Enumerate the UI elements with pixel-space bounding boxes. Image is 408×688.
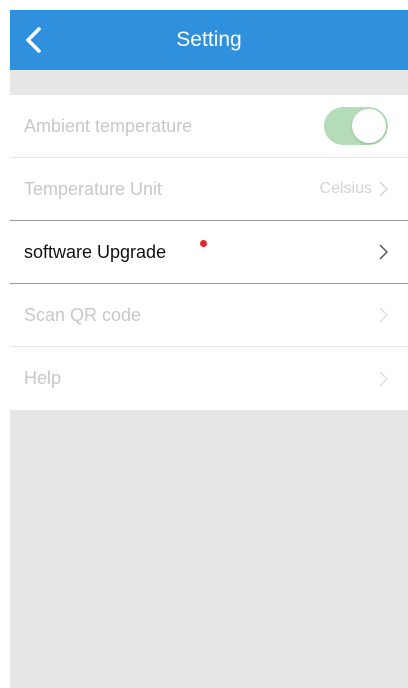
temperature-unit-value: Celsius [319, 180, 372, 197]
settings-row-scan-qr-code[interactable]: Scan QR code [10, 284, 408, 347]
update-badge-dot [200, 240, 207, 247]
help-label: Help [24, 368, 62, 388]
settings-row-ambient-temperature: Ambient temperature [10, 95, 408, 158]
chevron-right-icon [379, 307, 388, 323]
temperature-unit-label: Temperature Unit [24, 178, 163, 199]
settings-row-temperature-unit[interactable]: Temperature Unit Celsius [10, 158, 408, 221]
settings-screen: Setting Ambient temperature Temperature … [10, 10, 408, 688]
chevron-right-icon [379, 181, 388, 197]
chevron-right-icon [379, 371, 388, 386]
settings-row-help[interactable]: Help [10, 347, 408, 410]
toggle-knob [352, 109, 386, 143]
navigation-bar: Setting [10, 10, 408, 70]
settings-list: Ambient temperature Temperature Unit Cel… [10, 95, 408, 410]
chevron-left-icon [26, 27, 41, 53]
section-spacer [10, 70, 408, 95]
ambient-temperature-toggle[interactable] [324, 107, 388, 145]
chevron-right-icon [379, 244, 388, 260]
page-title: Setting [176, 28, 242, 51]
settings-row-software-upgrade[interactable]: software Upgrade [10, 221, 408, 284]
back-button[interactable] [24, 20, 64, 60]
scan-qr-code-label: Scan QR code [24, 304, 142, 325]
ambient-temperature-label: Ambient temperature [24, 115, 193, 136]
